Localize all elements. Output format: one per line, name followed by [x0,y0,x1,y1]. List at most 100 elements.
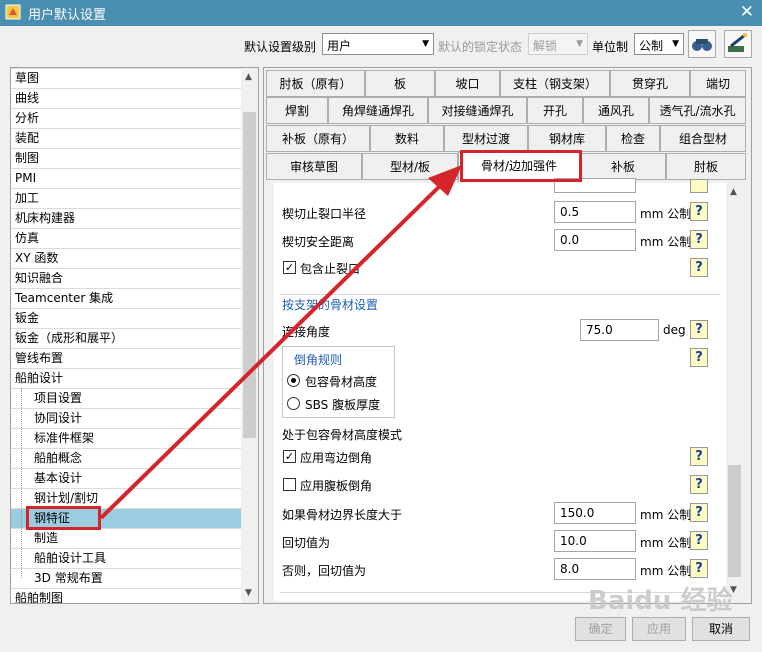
tab-patch[interactable]: 补板 [580,153,666,180]
tab-opening[interactable]: 开孔 [527,97,583,124]
export-settings-button[interactable] [724,30,752,58]
cut-safe-distance-input[interactable]: 0.0 [554,229,636,251]
tree-item-ship-design[interactable]: 船舶设计 [11,368,241,388]
tab-steel-library[interactable]: 钢材库 [528,125,606,152]
help-icon[interactable]: ? [690,475,708,494]
settings-app-icon [5,4,21,20]
tree-item-teamcenter[interactable]: Teamcenter 集成 [11,288,241,308]
unit-mm: mm 公制 [640,508,692,522]
else-cutback-input[interactable]: 8.0 [554,558,636,580]
tree-item-basic-design[interactable]: 基本设计 [11,468,241,488]
tree-item-project-settings[interactable]: 项目设置 [11,388,241,408]
cut-relief-radius-input[interactable]: 0.5 [554,201,636,223]
cancel-button[interactable]: 取消 [692,617,750,641]
import-settings-button[interactable] [688,30,716,58]
tree-item-steel-features[interactable]: 钢特征 [11,508,241,528]
apply-button[interactable]: 应用 [632,617,686,641]
tab-nesting[interactable]: 数料 [370,125,444,152]
unit-mm: mm 公制 [640,564,692,578]
tab-profile-plate[interactable]: 型材/板 [362,153,458,180]
tree-item-label: 钣金 [15,311,40,325]
tree-item-ship-concept[interactable]: 船舶概念 [11,448,241,468]
tab-built-up-profile[interactable]: 组合型材 [660,125,746,152]
help-icon[interactable]: ? [690,531,708,550]
connect-angle-input[interactable]: 75.0 [580,319,659,341]
radio-sbs-web[interactable] [287,397,300,410]
tree-item-pmi[interactable]: PMI [11,168,241,188]
tab-butt-weld-hole[interactable]: 对接缝通焊孔 [428,97,527,124]
tab-pillar[interactable]: 支柱（钢支架） [500,70,610,97]
tree-item-assembly[interactable]: 装配 [11,128,241,148]
unit-system-select[interactable]: 公制 ▼ [634,33,684,55]
help-icon[interactable]: ? [690,320,708,339]
tree-item-simulation[interactable]: 仿真 [11,228,241,248]
connect-angle-label: 连接角度 [282,325,331,339]
binoculars-icon [692,39,712,51]
chevron-down-icon: ▼ [672,39,679,49]
tree-item-sheet-metal-forming[interactable]: 钣金（成形和展平） [11,328,241,348]
tree-item-steel-plan-cut[interactable]: 钢计划/割切 [11,488,241,508]
close-icon[interactable]: ✕ [740,2,754,22]
tree-item-fabrication[interactable]: 制造 [11,528,241,548]
tab-end-cut[interactable]: 端切 [690,70,746,97]
tab-plate[interactable]: 板 [365,70,435,97]
scroll-up-icon[interactable]: ▲ [245,72,252,82]
tree-item-drafting[interactable]: 制图 [11,148,241,168]
help-icon[interactable]: ? [690,447,708,466]
default-level-label: 默认设置级别 [244,40,317,54]
tree-scroll-thumb[interactable] [243,112,256,438]
radio-contain-height[interactable] [287,374,300,387]
tree-item-analysis[interactable]: 分析 [11,108,241,128]
tab-profile-transition[interactable]: 型材过渡 [444,125,528,152]
tree-item-xy-function[interactable]: XY 函数 [11,248,241,268]
tree-item-sheet-metal[interactable]: 钣金 [11,308,241,328]
help-icon[interactable]: ? [690,503,708,522]
tab-vent-hole[interactable]: 通风孔 [583,97,649,124]
category-tree[interactable]: 草图 曲线 分析 装配 制图 PMI 加工 机床构建器 仿真 XY 函数 知识融… [10,67,259,604]
if-longer-input[interactable]: 150.0 [554,502,636,524]
tree-item-sketch[interactable]: 草图 [11,68,241,88]
help-icon[interactable]: ? [690,559,708,578]
content-scroll-thumb[interactable] [728,465,741,577]
tree-item-knowledge-fusion[interactable]: 知识融合 [11,268,241,288]
apply-bend-chamfer-checkbox[interactable]: ✓ [283,450,296,463]
content-scrollbar[interactable]: ▲ ▼ [726,183,743,601]
tab-penetration[interactable]: 贯穿孔 [610,70,690,97]
tab-check[interactable]: 检查 [606,125,660,152]
tab-bevel[interactable]: 坡口 [435,70,500,97]
ok-button[interactable]: 确定 [575,617,626,641]
tree-item-routing[interactable]: 管线布置 [11,348,241,368]
help-icon[interactable]: ? [690,258,708,277]
tree-item-manufacturing[interactable]: 加工 [11,188,241,208]
tab-review-sketch[interactable]: 审核草图 [266,153,362,180]
tab-fillet-weld-hole[interactable]: 角焊缝通焊孔 [328,97,428,124]
cutback-input[interactable]: 10.0 [554,530,636,552]
scroll-down-icon[interactable]: ▼ [245,588,252,598]
tab-bracket[interactable]: 肘板 [666,153,746,180]
tree-item-standard-part-framework[interactable]: 标准件框架 [11,428,241,448]
tab-weld-cut[interactable]: 焊割 [266,97,328,124]
tree-item-ship-drafting[interactable]: 船舶制图 [11,588,241,603]
help-icon[interactable]: ? [690,348,708,367]
help-icon[interactable]: ? [690,230,708,249]
tab-air-drain-hole[interactable]: 透气孔/流水孔 [649,97,746,124]
tree-item-machine-builder[interactable]: 机床构建器 [11,208,241,228]
tree-item-ship-design-tools[interactable]: 船舶设计工具 [11,548,241,568]
apply-web-chamfer-checkbox[interactable] [283,478,296,491]
section-title: 按支架的骨材设置 [282,298,379,312]
help-icon[interactable] [690,179,708,193]
default-level-select[interactable]: 用户 ▼ [322,33,434,55]
tree-scrollbar[interactable]: ▲ ▼ [241,68,258,603]
tree-item-curve[interactable]: 曲线 [11,88,241,108]
tab-patch-legacy[interactable]: 补板（原有） [266,125,370,152]
radio-contain-height-label: 包容骨材高度 [305,375,378,389]
scroll-up-icon[interactable]: ▲ [730,187,737,197]
apply-web-chamfer-label: 应用腹板倒角 [300,479,373,493]
tree-item-3d-general-layout[interactable]: 3D 常规布置 [11,568,241,588]
tree-item-collaborative-design[interactable]: 协同设计 [11,408,241,428]
scroll-down-icon[interactable]: ▼ [730,585,737,595]
help-icon[interactable]: ? [690,202,708,221]
tab-bracket-legacy[interactable]: 肘板（原有） [266,70,365,97]
tree-item-label: 钢特征 [34,511,71,525]
include-relief-checkbox[interactable]: ✓ [283,261,296,274]
